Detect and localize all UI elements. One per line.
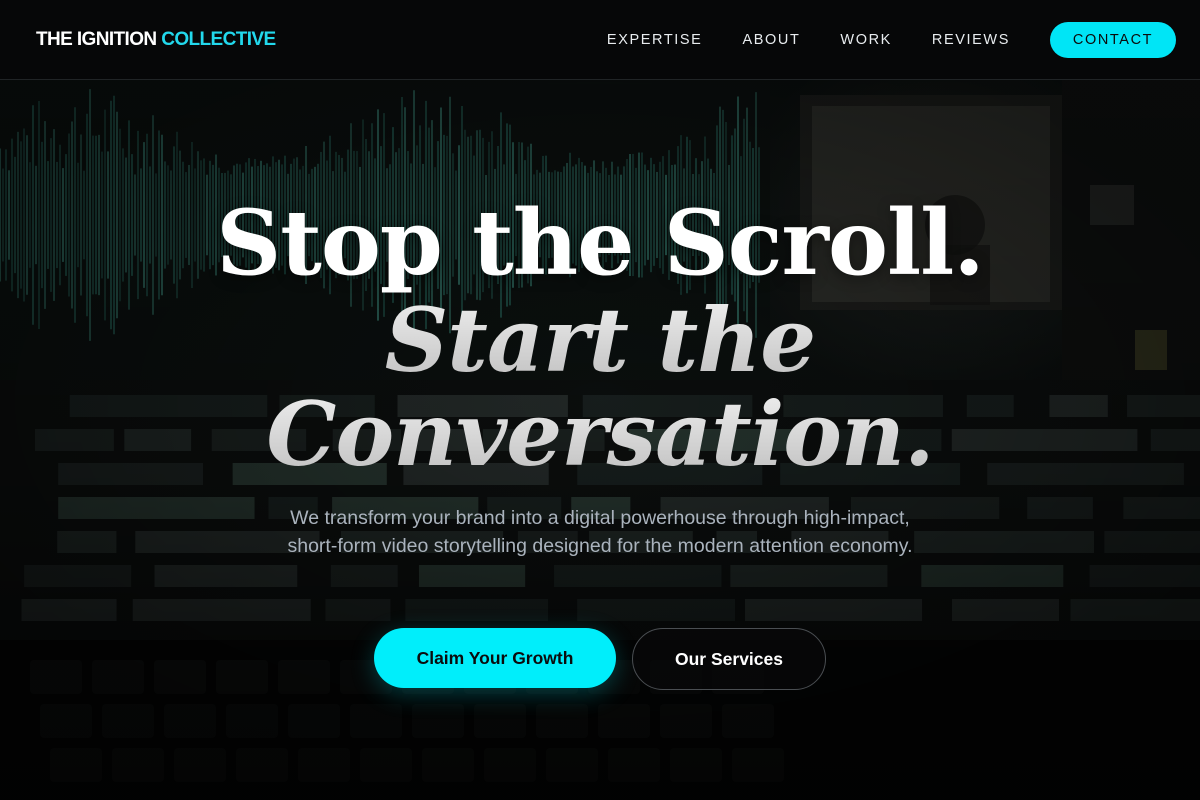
contact-button[interactable]: CONTACT bbox=[1050, 21, 1176, 58]
brand-name-primary: THE IGNITION bbox=[36, 28, 157, 50]
nav-item-reviews[interactable]: REVIEWS bbox=[932, 32, 1010, 48]
main-nav: EXPERTISE ABOUT WORK REVIEWS CONTACT bbox=[607, 21, 1176, 58]
hero-headline-line-2: Start the bbox=[0, 288, 1200, 392]
our-services-button[interactable]: Our Services bbox=[632, 628, 826, 690]
hero-subtext: We transform your brand into a digital p… bbox=[287, 507, 913, 557]
brand-name-accent: COLLECTIVE bbox=[161, 28, 276, 50]
hero-section: Stop the Scroll. Start the Conversation.… bbox=[0, 80, 1200, 800]
page: THE IGNITION COLLECTIVE EXPERTISE ABOUT … bbox=[0, 0, 1200, 800]
claim-growth-button[interactable]: Claim Your Growth bbox=[374, 628, 616, 688]
nav-item-about[interactable]: ABOUT bbox=[742, 32, 800, 48]
hero-cta-group: Claim Your Growth Our Services bbox=[0, 628, 1200, 690]
site-header: THE IGNITION COLLECTIVE EXPERTISE ABOUT … bbox=[0, 0, 1200, 80]
nav-item-work[interactable]: WORK bbox=[840, 32, 892, 48]
hero-headline-line-3: Conversation. bbox=[0, 382, 1200, 486]
hero-headline-line-1: Stop the Scroll. bbox=[216, 190, 984, 296]
nav-item-expertise[interactable]: EXPERTISE bbox=[607, 32, 703, 48]
brand-logo[interactable]: THE IGNITION COLLECTIVE bbox=[36, 29, 276, 51]
